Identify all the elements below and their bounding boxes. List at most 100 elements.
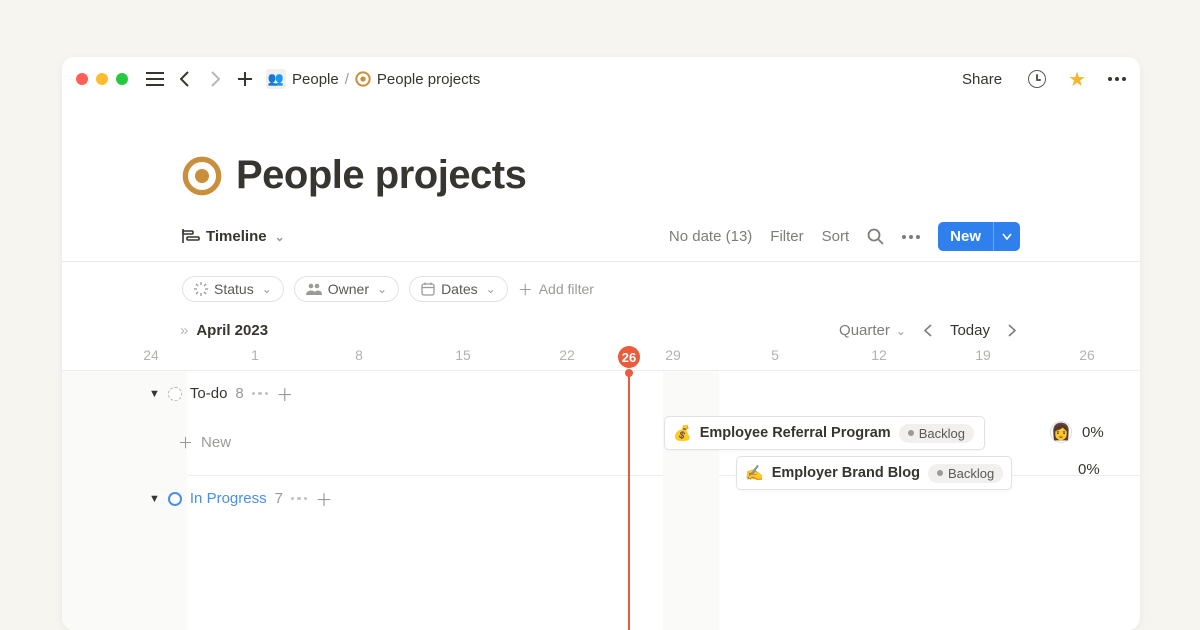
progress-value: 0% [1078,461,1100,478]
chip-label: Status [214,281,254,297]
share-button[interactable]: Share [962,71,1002,88]
chevron-down-icon: ⌄ [377,282,387,296]
collapse-toggle[interactable]: ▼ [149,493,160,505]
status-pill: Backlog [899,424,974,443]
status-icon [194,282,208,296]
maximize-window-button[interactable] [116,73,128,85]
date-tick: 24 [143,347,159,363]
date-tick: 26 [1079,347,1095,363]
group-label: To-do [190,385,228,402]
group-add-button[interactable]: ＋ [315,486,332,511]
progress-value: 0% [1082,424,1104,441]
date-tick: 19 [975,347,991,363]
minimize-window-button[interactable] [96,73,108,85]
chevron-down-icon: ⌄ [896,324,906,338]
plus-icon: ＋ [178,432,193,453]
new-button[interactable]: New [938,222,993,251]
nav-forward-button[interactable] [204,68,226,90]
window-controls [76,73,128,85]
page-icon: 👥 [266,69,286,89]
card-trail-brand: 0% [1078,461,1100,478]
chevron-down-icon: ⌄ [486,282,496,296]
new-row-label: New [201,434,231,451]
timeline-today-button[interactable]: Today [950,322,990,339]
group-more-menu[interactable] [252,392,269,396]
group-label: In Progress [190,490,267,507]
page-more-menu[interactable] [1108,77,1126,81]
filter-chip-dates[interactable]: Dates ⌄ [409,276,508,302]
group-count: 7 [275,490,283,507]
filter-button[interactable]: Filter [770,228,803,245]
breadcrumb-separator: / [345,71,349,88]
filter-chip-owner[interactable]: Owner ⌄ [294,276,399,302]
view-switcher[interactable]: Timeline ⌄ [182,228,285,245]
close-window-button[interactable] [76,73,88,85]
new-button-group: New [938,222,1020,251]
search-icon[interactable] [867,228,884,245]
timeline-card-referral[interactable]: 💰 Employee Referral Program Backlog [664,416,985,450]
add-filter-button[interactable]: ＋ Add filter [518,279,594,300]
filter-chip-status[interactable]: Status ⌄ [182,276,284,302]
calendar-icon [421,282,435,296]
scale-label: Quarter [839,322,890,339]
view-more-menu[interactable] [902,235,920,239]
card-emoji: ✍️ [745,464,764,482]
date-tick: 15 [455,347,471,363]
date-tick: 12 [871,347,887,363]
breadcrumb: 👥 People / People projects [266,69,480,89]
group-more-menu[interactable] [291,497,308,501]
date-tick: 5 [771,347,779,363]
card-title: Employee Referral Program [700,425,891,441]
breadcrumb-current[interactable]: People projects [377,71,480,88]
sort-button[interactable]: Sort [822,228,850,245]
chip-label: Dates [441,281,478,297]
card-title: Employer Brand Blog [772,465,920,481]
topbar: 👥 People / People projects Share ★ [62,57,1140,101]
status-icon-in-progress [168,492,182,506]
date-tick: 29 [665,347,681,363]
timeline-card-brand[interactable]: ✍️ Employer Brand Blog Backlog [736,456,1012,490]
status-icon-todo [168,387,182,401]
chevron-down-icon: ⌄ [262,282,272,296]
timeline-prev-button[interactable] [920,324,936,337]
nav-back-button[interactable] [174,68,196,90]
card-emoji: 💰 [673,424,692,442]
date-tick: 22 [559,347,575,363]
timeline-scale-dropdown[interactable]: Quarter ⌄ [839,322,906,339]
card-trail-referral: 👩 0% [1050,421,1104,443]
timeline-header: » April 2023 Quarter ⌄ Today [62,316,1140,345]
favorite-star-icon[interactable]: ★ [1068,67,1086,92]
date-tick: 1 [251,347,259,363]
breadcrumb-parent[interactable]: People [292,71,339,88]
no-date-button[interactable]: No date (13) [669,228,752,245]
pill-label: Backlog [919,426,965,441]
chip-label: Owner [328,281,369,297]
target-icon [182,156,222,196]
filter-row: Status ⌄ Owner ⌄ Dates ⌄ ＋ Add filter [62,262,1140,316]
page-title: People projects [236,153,526,198]
timeline-body: ▼ To-do 8 ＋ 💰 Employee Referral Program … [62,371,1140,630]
new-tab-button[interactable] [234,68,256,90]
group-add-button[interactable]: ＋ [276,381,293,406]
updates-icon[interactable] [1028,70,1046,88]
collapse-toggle[interactable]: ▼ [149,388,160,400]
plus-icon: ＋ [518,279,533,300]
add-filter-label: Add filter [539,281,594,297]
owner-avatar[interactable]: 👩 [1050,421,1072,443]
current-day-marker: 26 [618,346,640,368]
page-header: People projects [62,101,1140,198]
expand-groups-icon[interactable]: » [180,322,188,339]
people-icon [306,283,322,295]
date-tick: 8 [355,347,363,363]
view-name: Timeline [206,228,267,245]
timeline-month: April 2023 [196,322,268,339]
group-count: 8 [235,385,243,402]
target-icon [355,71,371,87]
timeline-next-button[interactable] [1004,324,1020,337]
pill-label: Backlog [948,466,994,481]
view-toolbar: Timeline ⌄ No date (13) Filter Sort New [62,198,1140,262]
status-pill: Backlog [928,464,1003,483]
new-button-dropdown[interactable] [993,222,1020,251]
group-header-todo: ▼ To-do 8 ＋ [62,371,1140,414]
menu-icon[interactable] [144,68,166,90]
